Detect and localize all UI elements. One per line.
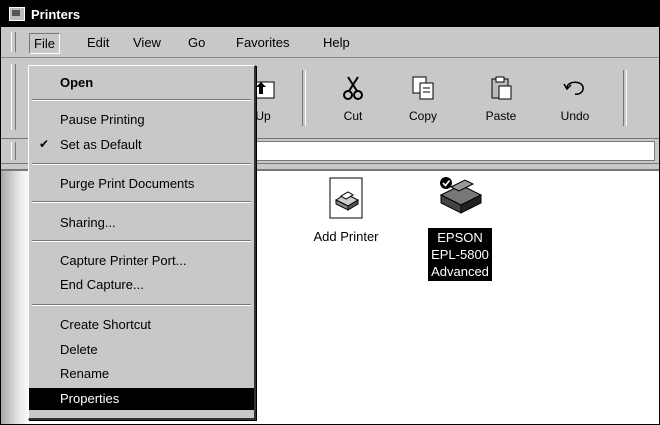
cut-label: Cut [343, 109, 363, 123]
menu-separator [32, 99, 251, 101]
menu-item-pause-printing[interactable]: Pause Printing [29, 109, 254, 131]
epson-printer-label: EPSON EPL-5800 Advanced [428, 228, 492, 281]
epson-label-line: EPL-5800 [431, 247, 489, 262]
menu-file[interactable]: File [29, 33, 60, 54]
menu-separator [32, 201, 251, 203]
window-title: Printers [31, 6, 81, 22]
menu-item-create-shortcut[interactable]: Create Shortcut [29, 314, 254, 336]
menu-item-label: Capture Printer Port... [60, 253, 187, 268]
menu-item-open[interactable]: Open [29, 72, 254, 94]
add-printer-icon [329, 177, 363, 219]
address-field[interactable] [256, 141, 655, 161]
menubar-grip[interactable] [11, 32, 16, 52]
menu-item-label: Create Shortcut [60, 317, 152, 332]
toolbar-separator [302, 70, 306, 126]
printers-folder-icon [9, 7, 25, 21]
add-printer-label: Add Printer [313, 229, 379, 244]
scissors-icon [343, 76, 363, 100]
menu-item-label: End Capture... [60, 277, 144, 292]
paste-button[interactable]: Paste [471, 68, 531, 128]
web-view-panel [1, 171, 31, 424]
epson-label-line: Advanced [431, 264, 489, 279]
menu-item-sharing[interactable]: Sharing... [29, 212, 254, 234]
checkmark-icon: ✔ [39, 137, 50, 151]
addressbar-grip[interactable] [11, 142, 16, 160]
menu-item-label: Properties [60, 391, 120, 406]
file-menu-dropdown: Open Pause Printing ✔ Set as Default Pur… [28, 65, 256, 420]
add-printer-item[interactable]: Add Printer [301, 176, 391, 244]
menu-item-label: Purge Print Documents [60, 176, 195, 191]
undo-button[interactable]: Undo [545, 68, 605, 128]
menu-bar: File Edit View Go Favorites Help [1, 27, 659, 58]
menu-view[interactable]: View [129, 33, 165, 52]
menu-item-label: Pause Printing [60, 112, 145, 127]
title-bar: Printers [1, 1, 659, 27]
paste-label: Paste [485, 109, 517, 123]
menu-go[interactable]: Go [184, 33, 209, 52]
menu-item-label: Set as Default [60, 137, 142, 152]
copy-icon [412, 76, 434, 100]
menu-separator [32, 304, 251, 306]
printer-icon [439, 177, 483, 214]
menu-item-capture-printer-port[interactable]: Capture Printer Port... [29, 250, 254, 272]
undo-icon [563, 81, 584, 95]
menu-item-label: Rename [60, 366, 110, 381]
epson-label-line: EPSON [437, 230, 483, 245]
toolbar-separator [623, 70, 627, 126]
menu-separator [32, 163, 251, 165]
menu-item-end-capture[interactable]: End Capture... [29, 274, 254, 296]
menu-item-properties[interactable]: Properties [29, 388, 254, 410]
menu-item-label: Open [60, 75, 94, 90]
toolbar-grip[interactable] [11, 64, 16, 130]
copy-button[interactable]: Copy [393, 68, 453, 128]
epson-printer-item[interactable]: EPSON EPL-5800 Advanced [415, 173, 505, 281]
menu-edit[interactable]: Edit [83, 33, 113, 52]
menu-favorites[interactable]: Favorites [232, 33, 293, 52]
menu-item-rename[interactable]: Rename [29, 363, 254, 385]
menu-item-label: Sharing... [60, 215, 116, 230]
undo-label: Undo [560, 109, 590, 123]
default-check-badge [440, 177, 452, 189]
paste-icon [491, 76, 512, 100]
menu-item-label: Delete [60, 342, 98, 357]
cut-button[interactable]: Cut [323, 68, 383, 128]
printers-window: Printers File Edit View Go Favorites Hel… [0, 0, 660, 425]
copy-label: Copy [408, 109, 437, 123]
menu-item-purge-print-documents[interactable]: Purge Print Documents [29, 173, 254, 195]
menu-item-set-as-default[interactable]: ✔ Set as Default [29, 134, 254, 156]
menu-item-delete[interactable]: Delete [29, 339, 254, 361]
menu-separator [32, 240, 251, 242]
menu-help[interactable]: Help [319, 33, 354, 52]
